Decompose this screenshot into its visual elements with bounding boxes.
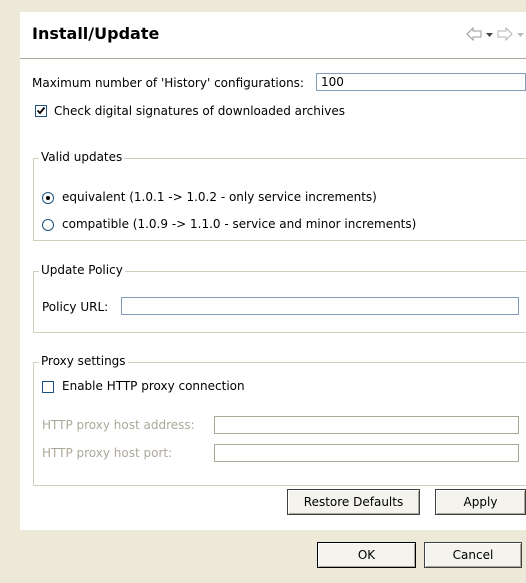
proxy-host-label: HTTP proxy host address:: [42, 418, 195, 432]
back-arrow-icon[interactable]: [466, 27, 482, 41]
valid-updates-title: Valid updates: [39, 150, 125, 164]
update-policy-title: Update Policy: [39, 263, 125, 277]
signatures-checkbox[interactable]: [35, 105, 47, 117]
policy-url-label: Policy URL:: [42, 300, 109, 314]
preference-page: Install/Update Maximum number of 'Histor…: [20, 12, 526, 530]
restore-defaults-button[interactable]: Restore Defaults: [287, 489, 420, 515]
page-title: Install/Update: [32, 24, 160, 43]
proxy-port-input[interactable]: [214, 444, 519, 462]
proxy-settings-title: Proxy settings: [39, 354, 128, 368]
proxy-port-label: HTTP proxy host port:: [42, 446, 173, 460]
radio-equivalent[interactable]: [42, 192, 54, 204]
history-count-input[interactable]: [316, 73, 526, 91]
radio-compatible[interactable]: [42, 219, 54, 231]
back-dropdown-icon[interactable]: [486, 27, 493, 41]
apply-button[interactable]: Apply: [435, 489, 526, 515]
ok-button[interactable]: OK: [317, 542, 416, 568]
signatures-label: Check digital signatures of downloaded a…: [54, 104, 345, 118]
radio-equivalent-label: equivalent (1.0.1 -> 1.0.2 - only servic…: [62, 190, 377, 204]
policy-url-input[interactable]: [121, 297, 519, 315]
forward-dropdown-icon[interactable]: [517, 27, 524, 41]
forward-arrow-icon[interactable]: [497, 27, 513, 41]
radio-selected-dot: [46, 196, 50, 200]
radio-compatible-label: compatible (1.0.9 -> 1.1.0 - service and…: [62, 217, 417, 231]
page-header: Install/Update: [20, 12, 526, 59]
enable-proxy-checkbox[interactable]: [42, 381, 54, 393]
proxy-host-input[interactable]: [214, 416, 519, 434]
history-label: Maximum number of 'History' configuratio…: [32, 76, 304, 90]
enable-proxy-label: Enable HTTP proxy connection: [62, 379, 245, 393]
cancel-button[interactable]: Cancel: [424, 542, 522, 568]
history-navigation: [466, 24, 524, 44]
